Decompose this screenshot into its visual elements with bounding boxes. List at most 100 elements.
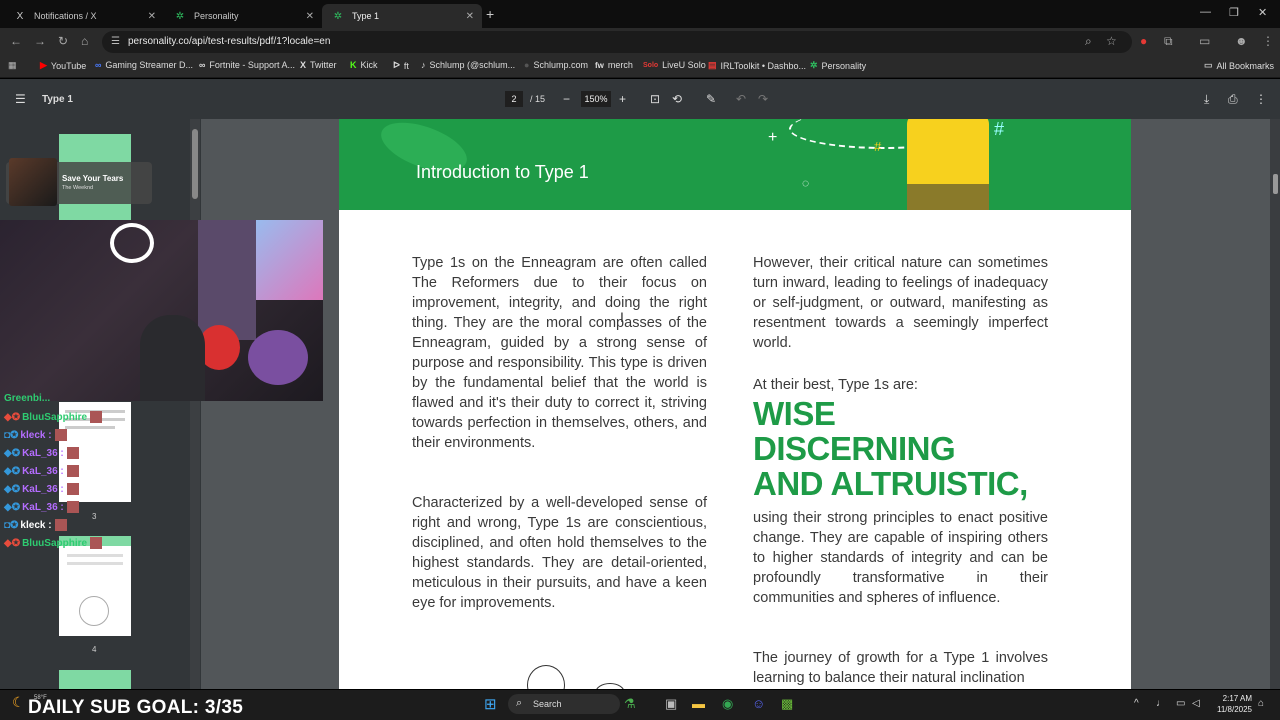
tab-label: Notifications / X: [34, 11, 97, 21]
close-window-icon[interactable]: ✕: [1258, 6, 1267, 19]
tab-type-1[interactable]: ✲ Type 1 ✕: [322, 4, 482, 28]
profile-icon[interactable]: ☻: [1235, 34, 1248, 48]
page-scrollbar[interactable]: [1270, 119, 1280, 689]
chat-username: KaL_36 :: [22, 501, 64, 513]
bookmark-gaming-streamer[interactable]: ∞ Gaming Streamer D...: [95, 60, 193, 70]
taskbar-search[interactable]: ⌕ Search: [508, 694, 620, 714]
sidebar-toggle-icon[interactable]: ☰: [15, 92, 26, 106]
bookmark-star-icon[interactable]: ☆: [1106, 34, 1117, 48]
minecraft-icon[interactable]: ▩: [781, 696, 793, 712]
tab-notifications[interactable]: X Notifications / X ✕: [4, 4, 164, 28]
badge-icon: ◆✪: [4, 465, 21, 477]
sidebar-scrollbar[interactable]: [190, 119, 200, 689]
hash-decoration-icon: #: [874, 139, 882, 154]
album-art: [9, 158, 57, 206]
bookmark-youtube[interactable]: ▶ YouTube: [40, 60, 86, 71]
menu-icon[interactable]: ⋮: [1262, 34, 1274, 48]
close-icon[interactable]: ✕: [306, 11, 314, 22]
annotate-icon[interactable]: ✎: [706, 92, 716, 106]
plush-toy: [248, 330, 308, 385]
fit-page-icon[interactable]: ⊡: [650, 92, 660, 106]
network-icon[interactable]: ▭: [1176, 698, 1185, 709]
dotted-circle-icon: ◌: [802, 176, 810, 190]
song-artist: The Weeknd: [62, 185, 94, 191]
redo-icon[interactable]: ↷: [758, 92, 768, 106]
bookmark-label: Kick: [360, 60, 378, 70]
bookmark-ft[interactable]: ᐅ ft: [393, 60, 409, 71]
chrome-icon[interactable]: ◉: [722, 696, 733, 712]
chat-username: Greenbi...: [4, 393, 51, 404]
youtube-icon: ▶: [40, 60, 47, 70]
more-options-icon[interactable]: ⋮: [1255, 92, 1267, 106]
apps-grid-icon[interactable]: ▦: [8, 60, 17, 71]
folder-icon: ▭: [1204, 60, 1213, 70]
bookmark-fortnite[interactable]: ∞ Fortnite - Support A...: [199, 60, 295, 70]
side-panel-icon[interactable]: ▭: [1199, 34, 1210, 48]
clock[interactable]: 2:17 AM 11/8/2025: [1210, 693, 1252, 715]
minimize-icon[interactable]: —: [1200, 6, 1211, 18]
bookmark-label: All Bookmarks: [1216, 60, 1275, 71]
new-tab-button[interactable]: +: [486, 6, 494, 22]
restore-icon[interactable]: ❐: [1229, 6, 1239, 19]
task-view-icon[interactable]: ▣: [665, 696, 677, 712]
weather-icon[interactable]: ☾: [12, 694, 25, 711]
bookmark-schlump-site[interactable]: ● Schlump.com: [524, 60, 588, 70]
undo-icon[interactable]: ↶: [736, 92, 746, 106]
emote: [54, 429, 67, 441]
badge-icon: ◆✪: [4, 537, 21, 549]
zoom-in-icon[interactable]: +: [619, 92, 626, 106]
home-icon[interactable]: ⌂: [81, 34, 88, 48]
bookmark-merch[interactable]: fw merch: [595, 60, 633, 70]
all-bookmarks[interactable]: ▭ All Bookmarks: [1204, 60, 1274, 71]
close-icon[interactable]: ✕: [466, 11, 474, 22]
rotate-icon[interactable]: ⟲: [672, 92, 682, 106]
chat-message: ◘✪ kleck :: [4, 429, 67, 441]
discord-icon[interactable]: ☺: [752, 696, 765, 711]
badge-icon: ◆✪: [4, 411, 21, 423]
bookmark-kick[interactable]: K Kick: [350, 60, 378, 70]
chat-username: KaL_36 :: [22, 447, 64, 459]
bookmark-liveu[interactable]: Solo LiveU Solo: [643, 60, 706, 70]
extensions-puzzle-icon[interactable]: ⧉: [1164, 34, 1173, 49]
chat-username: BluuSapphire: [22, 537, 88, 549]
tab-personality[interactable]: ✲ Personality ✕: [164, 4, 322, 28]
x-logo-icon: X: [300, 60, 307, 70]
growth-journey-paragraph: The journey of growth for a Type 1 invol…: [753, 650, 1048, 686]
print-icon[interactable]: ⎙: [1228, 92, 1238, 107]
bookmark-personality[interactable]: ✲ Personality: [810, 60, 866, 71]
windows-start-icon[interactable]: ⊞: [484, 695, 497, 713]
bookmark-twitter[interactable]: X Twitter: [300, 60, 337, 70]
reload-icon[interactable]: ↻: [58, 34, 68, 48]
back-icon[interactable]: ←: [10, 34, 22, 48]
microphone-icon[interactable]: ♩: [1156, 698, 1166, 709]
forward-icon[interactable]: →: [34, 34, 46, 48]
pdf-toolbar: ☰ Type 1 2 / 15 − 150% + ⊡ ⟲ ✎ ↶ ↷ ⤓ ⎙ ⋮: [0, 79, 1280, 119]
search-label: Search: [533, 699, 562, 709]
notifications-icon[interactable]: ⌂: [1258, 698, 1264, 709]
pdf-viewer: 3 4 + ◌ # # Introduction to Type 1 Type …: [0, 119, 1280, 689]
extension-icon[interactable]: ●: [1140, 34, 1147, 48]
volume-icon[interactable]: ◁: [1192, 698, 1200, 709]
bookmark-label: Schlump (@schlum...: [429, 60, 516, 70]
background-shelf: [198, 220, 256, 340]
file-explorer-icon[interactable]: ▬: [692, 696, 705, 711]
page-number-input[interactable]: 2: [505, 91, 523, 107]
zoom-out-icon[interactable]: −: [563, 92, 570, 106]
tray-overflow-icon[interactable]: ^: [1134, 698, 1139, 709]
bookmark-schlump-tiktok[interactable]: ♪ Schlump (@schlum...: [421, 60, 515, 70]
bookmark-label: Personality: [821, 60, 867, 71]
chat-username: kleck :: [20, 429, 52, 441]
download-icon[interactable]: ⤓: [1204, 92, 1209, 107]
site-info-icon[interactable]: ☰: [111, 36, 120, 47]
address-bar[interactable]: ☰ personality.co/api/test-results/pdf/1?…: [102, 31, 1132, 53]
bookmark-irltoolkit[interactable]: ▤ IRLToolkit • Dashbo...: [708, 60, 806, 71]
close-icon[interactable]: ✕: [148, 11, 156, 22]
thumbnail-page-4[interactable]: [59, 536, 131, 636]
zoom-icon[interactable]: ⌕: [1085, 34, 1092, 49]
thumbnail-page-5[interactable]: [59, 670, 131, 689]
zoom-level-input[interactable]: 150%: [581, 91, 611, 107]
personality-logo-icon: ✲: [333, 10, 343, 22]
page-header-banner: + ◌ # # Introduction to Type 1: [339, 119, 1131, 210]
badge-icon: ◘✪: [4, 429, 19, 441]
lab-app-icon[interactable]: ⚗: [624, 696, 636, 712]
